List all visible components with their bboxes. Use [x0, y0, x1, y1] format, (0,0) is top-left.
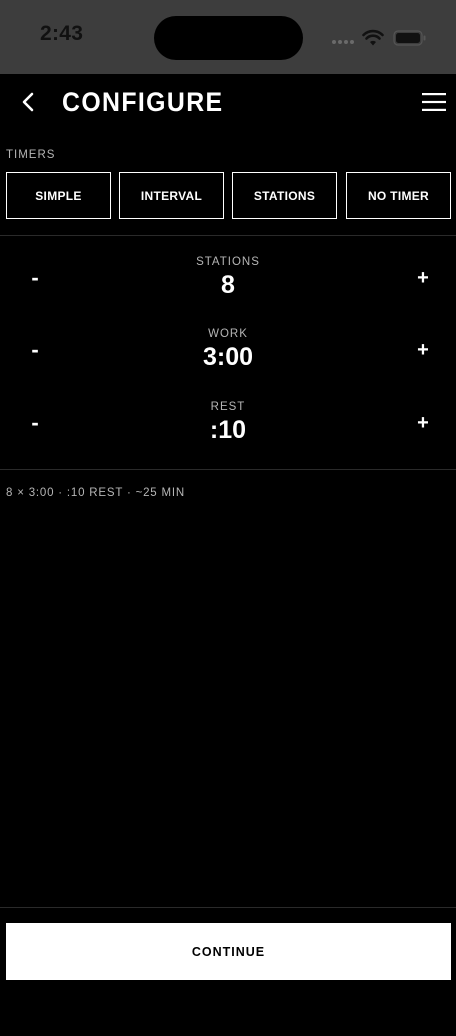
configure-screen: 2:43 CONFIGURE TIMERS SIMPLE INTERVAL ST… [0, 0, 456, 1036]
continue-button[interactable]: CONTINUE [6, 923, 451, 980]
battery-icon [393, 30, 426, 46]
status-bar: 2:43 [0, 0, 456, 74]
back-button[interactable] [14, 88, 42, 116]
timer-option-no-timer[interactable]: NO TIMER [346, 172, 451, 219]
work-stepper: - WORK 3:00 + [0, 328, 456, 388]
menu-button[interactable] [420, 90, 448, 114]
rest-label: REST [210, 401, 246, 413]
status-time: 2:43 [40, 22, 84, 45]
work-label: WORK [208, 328, 248, 340]
divider [0, 469, 456, 470]
divider [0, 907, 456, 908]
dynamic-island [154, 16, 303, 60]
page-title: CONFIGURE [62, 87, 224, 117]
timer-option-interval[interactable]: INTERVAL [119, 172, 224, 219]
timer-option-simple[interactable]: SIMPLE [6, 172, 111, 219]
timers-label: TIMERS [6, 149, 56, 161]
workout-summary: 8 × 3:00 · :10 REST · ~25 MIN [6, 487, 185, 499]
rest-stepper: - REST :10 + [0, 401, 456, 461]
divider [0, 235, 456, 236]
timer-options: SIMPLE INTERVAL STATIONS NO TIMER [6, 172, 452, 219]
app-header: CONFIGURE [0, 74, 456, 134]
rest-increment-button[interactable]: + [412, 411, 434, 435]
stations-decrement-button[interactable]: - [24, 265, 46, 290]
stations-label: STATIONS [196, 256, 260, 268]
rest-decrement-button[interactable]: - [24, 410, 46, 435]
work-value: 3:00 [202, 343, 254, 371]
stations-stepper: - STATIONS 8 + [0, 256, 456, 316]
work-increment-button[interactable]: + [412, 338, 434, 362]
stations-increment-button[interactable]: + [412, 266, 434, 290]
cellular-signal-icon [332, 40, 356, 44]
timer-option-stations[interactable]: STATIONS [232, 172, 337, 219]
chevron-left-icon [22, 92, 34, 112]
hamburger-menu-icon [422, 93, 446, 111]
rest-value: :10 [209, 416, 247, 444]
wifi-icon [362, 29, 384, 46]
stations-value: 8 [221, 271, 235, 299]
work-decrement-button[interactable]: - [24, 337, 46, 362]
